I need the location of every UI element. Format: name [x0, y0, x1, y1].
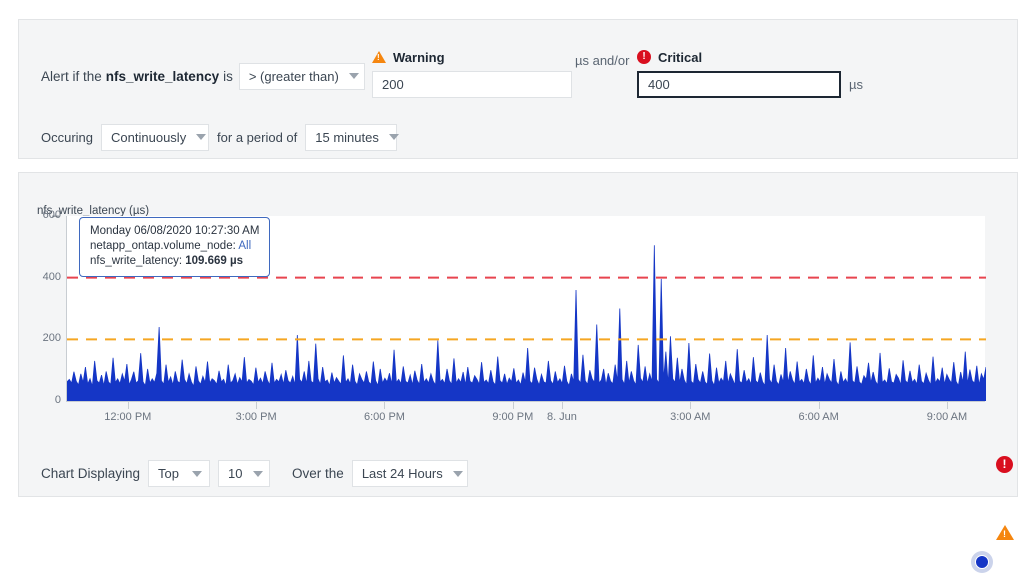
chevron-down-icon [192, 470, 203, 477]
count-select[interactable]: 10 [218, 460, 271, 487]
x-axis-tick [946, 402, 948, 409]
critical-threshold-input[interactable] [637, 71, 841, 98]
chevron-down-icon [452, 470, 463, 477]
x-axis-tick-label: 9:00 PM [492, 411, 534, 423]
warning-header: Warning [372, 48, 572, 66]
chevron-down-icon [196, 134, 207, 140]
warning-triangle-icon [372, 51, 386, 63]
time-range-select[interactable]: Last 24 Hours [351, 460, 468, 487]
critical-circle-icon: ! [996, 456, 1013, 473]
warning-input-row [372, 71, 572, 98]
tooltip-node-row: netapp_ontap.volume_node: All [90, 239, 259, 254]
x-axis-tick-label: 6:00 AM [798, 411, 839, 423]
chevron-down-icon [252, 470, 263, 477]
critical-header: ! Critical [637, 48, 863, 66]
tooltip-metric-label: nfs_write_latency: [90, 255, 183, 267]
period-select-value: 15 minutes [315, 129, 379, 145]
x-axis-tick [384, 402, 386, 409]
y-axis-tick-label: 200 [42, 332, 61, 345]
alert-config-page: Alert if the nfs_write_latency is > (gre… [0, 0, 1036, 573]
chevron-down-icon [388, 134, 399, 140]
warning-threshold-marker [996, 525, 1014, 540]
critical-circle-icon: ! [637, 50, 651, 64]
y-axis-tick-label: 600 [42, 209, 61, 221]
x-axis-tick-label: 6:00 PM [363, 411, 405, 423]
chart-controls-row: Chart Displaying Top 10 Over the Last 24… [41, 460, 468, 487]
hover-point-marker [971, 551, 993, 573]
hover-dot [975, 555, 989, 569]
y-axis: 0 200 400 600 [19, 209, 61, 409]
occurring-label: Occuring [41, 129, 94, 145]
tooltip-timestamp: Monday 06/08/2020 10:27:30 AM [90, 225, 260, 237]
period-label: for a period of [217, 129, 298, 145]
chart-panel: nfs_write_latency (µs) 0 200 400 600 12:00 … [18, 172, 1018, 573]
warning-threshold-block: Warning [372, 48, 572, 98]
x-axis-tick [256, 402, 258, 409]
alert-condition-panel: Alert if the nfs_write_latency is > (gre… [18, 19, 1018, 159]
y-axis-tick-label: 0 [54, 394, 61, 406]
rank-select-value: Top [158, 466, 180, 481]
warning-threshold-input[interactable] [372, 71, 572, 98]
critical-input-row: µs and/or µs [575, 53, 863, 98]
occurrence-select-value: Continuously [111, 129, 187, 145]
tooltip-metric-row: nfs_write_latency: 109.669 µs [90, 254, 259, 269]
operator-select[interactable]: > (greater than) [238, 62, 365, 90]
tooltip-node-label: netapp_ontap.volume_node: [90, 240, 236, 252]
chart-tooltip: Monday 06/08/2020 10:27:30 AM netapp_ont… [79, 217, 271, 277]
operator-select-value: > (greater than) [248, 68, 339, 84]
x-axis-tick-label: 8. Jun [546, 411, 577, 423]
tooltip-metric-value: 109.669 µs [185, 255, 244, 267]
warning-triangle-icon [996, 525, 1014, 540]
x-axis: 12:00 PM 3:00 PM 6:00 PM 9:00 PM 8. Jun 3:00 … [66, 402, 985, 426]
over-the-label: Over the [292, 466, 344, 481]
chevron-down-icon [348, 73, 359, 79]
alert-prefix-text: Alert if the [41, 68, 102, 84]
alert-condition-row: Alert if the nfs_write_latency is > (gre… [41, 62, 371, 90]
tooltip-node-value[interactable]: All [238, 240, 251, 252]
rank-select[interactable]: Top [148, 460, 211, 487]
chart-displaying-label: Chart Displaying [41, 466, 141, 481]
x-axis-tick-label: 9:00 AM [926, 411, 968, 423]
time-range-select-value: Last 24 Hours [361, 466, 443, 481]
x-axis-tick [127, 402, 129, 409]
x-axis-tick [561, 402, 563, 409]
critical-threshold-block: ! Critical µs and/or µs [575, 48, 863, 98]
period-select[interactable]: 15 minutes [305, 123, 399, 151]
alert-occurrence-row: Occuring Continuously for a period of 15… [41, 123, 405, 151]
warning-label: Warning [393, 49, 445, 65]
y-axis-tick-label: 400 [42, 270, 61, 283]
critical-label: Critical [658, 49, 703, 65]
alert-is-text: is [223, 68, 233, 84]
x-axis-tick-label: 3:00 PM [235, 411, 277, 423]
x-axis-tick-label: 12:00 PM [104, 411, 152, 423]
alert-metric-name: nfs_write_latency [105, 68, 220, 84]
and-or-text: µs and/or [575, 53, 630, 68]
critical-threshold-marker: ! [996, 456, 1013, 473]
x-axis-tick [512, 402, 514, 409]
x-axis-tick [690, 402, 692, 409]
count-select-value: 10 [228, 466, 243, 481]
occurrence-select[interactable]: Continuously [101, 123, 210, 151]
critical-unit-label: µs [849, 77, 863, 92]
x-axis-tick [818, 402, 820, 409]
x-axis-tick-label: 3:00 AM [670, 411, 711, 423]
